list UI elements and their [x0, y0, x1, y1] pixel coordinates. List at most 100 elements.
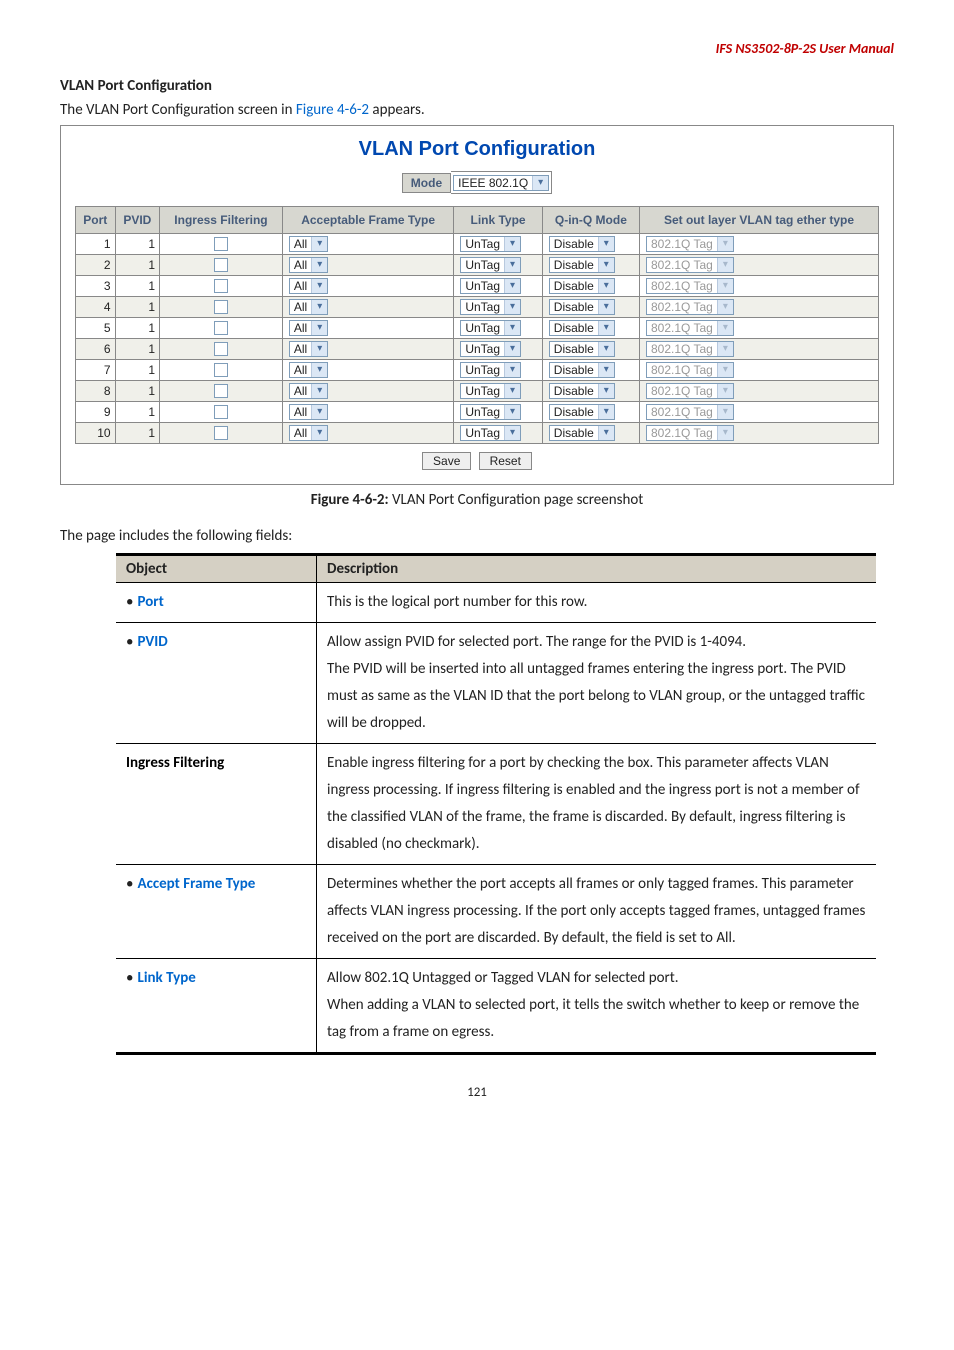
- select[interactable]: All▾: [289, 425, 328, 441]
- desc-row: Ingress FilteringEnable ingress filterin…: [116, 744, 876, 865]
- select[interactable]: 802.1Q Tag▾: [646, 257, 734, 273]
- chevron-down-icon: ▾: [717, 258, 733, 272]
- select[interactable]: 802.1Q Tag▾: [646, 236, 734, 252]
- table-row: 31All▾UnTag▾Disable▾802.1Q Tag▾: [76, 276, 879, 297]
- chevron-down-icon: ▾: [717, 237, 733, 251]
- select-value: UnTag: [461, 257, 504, 273]
- save-button[interactable]: Save: [422, 452, 471, 470]
- chevron-down-icon: ▾: [504, 237, 520, 251]
- select[interactable]: UnTag▾: [460, 257, 521, 273]
- reset-button[interactable]: Reset: [479, 452, 532, 470]
- cell-ingress: [160, 402, 283, 423]
- select[interactable]: Disable▾: [549, 341, 615, 357]
- select[interactable]: UnTag▾: [460, 299, 521, 315]
- select[interactable]: 802.1Q Tag▾: [646, 362, 734, 378]
- cell-pvid[interactable]: 1: [115, 339, 159, 360]
- chevron-down-icon: ▾: [598, 321, 614, 335]
- mode-select-value: IEEE 802.1Q: [454, 175, 532, 191]
- chevron-down-icon: ▾: [311, 384, 327, 398]
- select[interactable]: UnTag▾: [460, 320, 521, 336]
- select[interactable]: All▾: [289, 257, 328, 273]
- select[interactable]: 802.1Q Tag▾: [646, 299, 734, 315]
- select[interactable]: 802.1Q Tag▾: [646, 341, 734, 357]
- ingress-checkbox[interactable]: [214, 384, 228, 398]
- ingress-checkbox[interactable]: [214, 363, 228, 377]
- select[interactable]: Disable▾: [549, 278, 615, 294]
- select[interactable]: All▾: [289, 341, 328, 357]
- cell-link: UnTag▾: [454, 234, 542, 255]
- select[interactable]: UnTag▾: [460, 404, 521, 420]
- select[interactable]: All▾: [289, 299, 328, 315]
- select[interactable]: UnTag▾: [460, 425, 521, 441]
- select[interactable]: 802.1Q Tag▾: [646, 404, 734, 420]
- select-value: UnTag: [461, 362, 504, 378]
- cell-pvid[interactable]: 1: [115, 360, 159, 381]
- select[interactable]: All▾: [289, 278, 328, 294]
- ingress-checkbox[interactable]: [214, 405, 228, 419]
- cell-link: UnTag▾: [454, 276, 542, 297]
- ingress-checkbox[interactable]: [214, 342, 228, 356]
- cell-pvid[interactable]: 1: [115, 255, 159, 276]
- ingress-checkbox[interactable]: [214, 237, 228, 251]
- select[interactable]: UnTag▾: [460, 341, 521, 357]
- cell-ingress: [160, 381, 283, 402]
- select[interactable]: All▾: [289, 362, 328, 378]
- select[interactable]: Disable▾: [549, 404, 615, 420]
- chevron-down-icon: ▾: [311, 426, 327, 440]
- select[interactable]: UnTag▾: [460, 236, 521, 252]
- ingress-checkbox[interactable]: [214, 426, 228, 440]
- chevron-down-icon: ▾: [598, 384, 614, 398]
- mode-select[interactable]: IEEE 802.1Q▾: [453, 175, 549, 191]
- chevron-down-icon: ▾: [311, 321, 327, 335]
- desc-row: •Accept Frame TypeDetermines whether the…: [116, 865, 876, 959]
- table-row: 11All▾UnTag▾Disable▾802.1Q Tag▾: [76, 234, 879, 255]
- chevron-down-icon: ▾: [717, 279, 733, 293]
- table-row: 61All▾UnTag▾Disable▾802.1Q Tag▾: [76, 339, 879, 360]
- desc-label: Accept Frame Type: [137, 875, 255, 893]
- ingress-checkbox[interactable]: [214, 300, 228, 314]
- cell-link: UnTag▾: [454, 423, 542, 444]
- chevron-down-icon: ▾: [504, 363, 520, 377]
- desc-text: Determines whether the port accepts all …: [317, 865, 877, 959]
- select-value: Disable: [550, 278, 598, 294]
- cell-pvid[interactable]: 1: [115, 402, 159, 423]
- select[interactable]: Disable▾: [549, 236, 615, 252]
- cell-pvid[interactable]: 1: [115, 276, 159, 297]
- cell-pvid[interactable]: 1: [115, 423, 159, 444]
- select[interactable]: All▾: [289, 383, 328, 399]
- select[interactable]: UnTag▾: [460, 362, 521, 378]
- cell-pvid[interactable]: 1: [115, 234, 159, 255]
- select-value: UnTag: [461, 404, 504, 420]
- cell-port: 9: [76, 402, 116, 423]
- cell-pvid[interactable]: 1: [115, 318, 159, 339]
- select[interactable]: 802.1Q Tag▾: [646, 320, 734, 336]
- intro-figure-link[interactable]: Figure 4-6-2: [296, 101, 369, 119]
- select[interactable]: Disable▾: [549, 320, 615, 336]
- select[interactable]: 802.1Q Tag▾: [646, 383, 734, 399]
- select[interactable]: 802.1Q Tag▾: [646, 425, 734, 441]
- cell-pvid[interactable]: 1: [115, 381, 159, 402]
- desc-row: •Link TypeAllow 802.1Q Untagged or Tagge…: [116, 959, 876, 1054]
- chevron-down-icon: ▾: [504, 321, 520, 335]
- select[interactable]: Disable▾: [549, 383, 615, 399]
- cell-port: 3: [76, 276, 116, 297]
- select[interactable]: Disable▾: [549, 299, 615, 315]
- desc-text: Allow assign PVID for selected port. The…: [317, 623, 877, 744]
- select-value: UnTag: [461, 383, 504, 399]
- cell-pvid[interactable]: 1: [115, 297, 159, 318]
- select[interactable]: Disable▾: [549, 425, 615, 441]
- select[interactable]: UnTag▾: [460, 278, 521, 294]
- desc-head-description: Description: [317, 555, 877, 583]
- ingress-checkbox[interactable]: [214, 258, 228, 272]
- cell-ingress: [160, 423, 283, 444]
- select[interactable]: UnTag▾: [460, 383, 521, 399]
- select[interactable]: Disable▾: [549, 362, 615, 378]
- select[interactable]: Disable▾: [549, 257, 615, 273]
- ingress-checkbox[interactable]: [214, 321, 228, 335]
- ingress-checkbox[interactable]: [214, 279, 228, 293]
- select[interactable]: 802.1Q Tag▾: [646, 278, 734, 294]
- select[interactable]: All▾: [289, 404, 328, 420]
- select-value: All: [290, 278, 311, 294]
- select[interactable]: All▾: [289, 320, 328, 336]
- select[interactable]: All▾: [289, 236, 328, 252]
